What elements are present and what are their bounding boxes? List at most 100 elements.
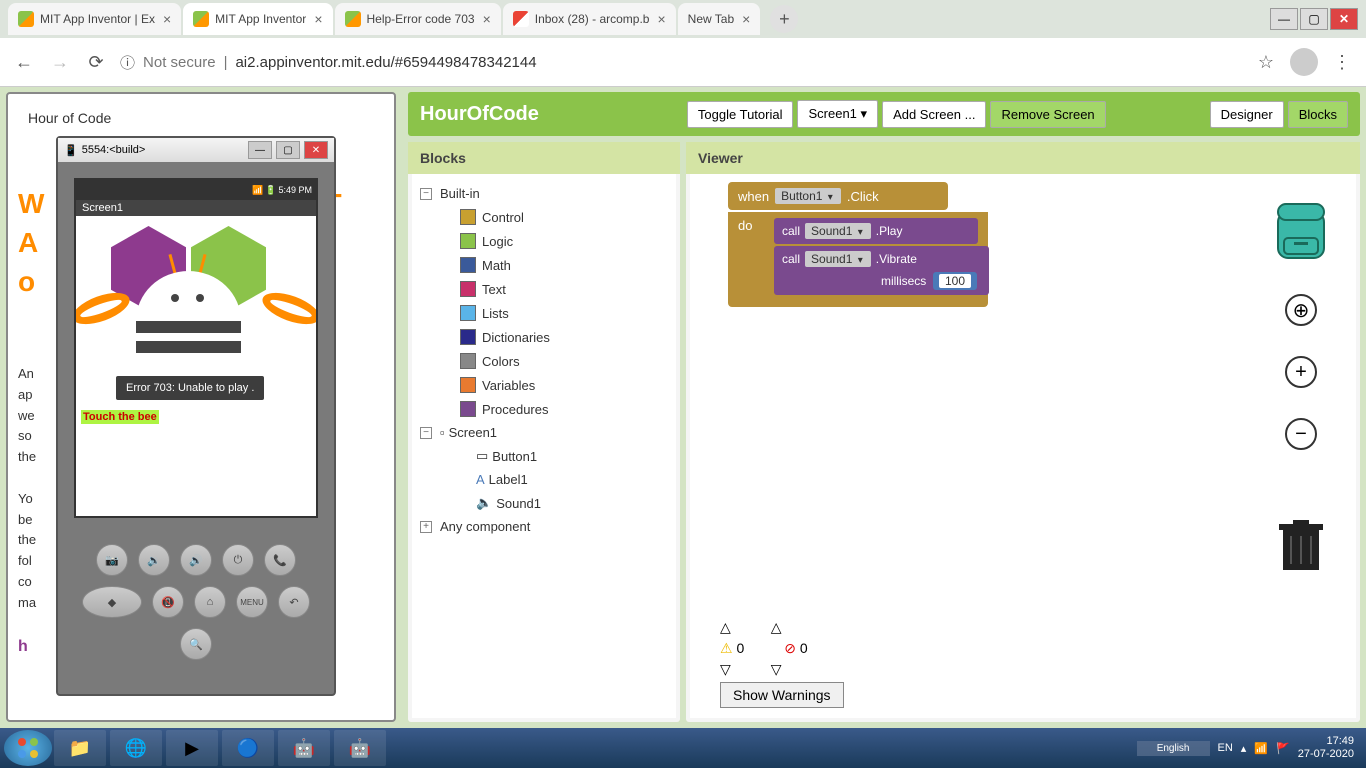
tree-control[interactable]: Control	[420, 205, 668, 229]
show-warnings-button[interactable]: Show Warnings	[720, 682, 844, 708]
tree-sound1[interactable]: 🔈Sound1	[420, 491, 668, 515]
close-button[interactable]: ✕	[304, 141, 328, 159]
tab-0[interactable]: MIT App Inventor | Ex×	[8, 3, 181, 35]
call-button[interactable]: 📞	[264, 544, 296, 576]
close-icon[interactable]: ×	[742, 11, 750, 27]
close-icon[interactable]: ×	[163, 11, 171, 27]
maximize-button[interactable]: ▢	[1300, 8, 1328, 30]
backpack-icon[interactable]	[1266, 194, 1336, 264]
tutorial-title: Hour of Code	[16, 102, 386, 134]
warning-down-icon[interactable]: ▽	[720, 661, 731, 678]
collapse-icon[interactable]: −	[420, 427, 432, 439]
tree-math[interactable]: Math	[420, 253, 668, 277]
end-call-button[interactable]: 📵	[152, 586, 184, 618]
tree-builtin[interactable]: −Built-in	[420, 182, 668, 205]
lang-indicator[interactable]: English	[1137, 741, 1210, 756]
taskbar-explorer[interactable]: 📁	[54, 730, 106, 766]
signal-icon: 📶	[252, 185, 263, 196]
designer-button[interactable]: Designer	[1210, 101, 1284, 128]
minimize-button[interactable]: —	[1270, 8, 1298, 30]
battery-icon: 🔋	[265, 185, 276, 196]
taskbar-android[interactable]: 🤖	[334, 730, 386, 766]
number-block[interactable]: 100	[933, 272, 977, 290]
component-dropdown[interactable]: Sound1 ▾	[805, 251, 871, 267]
add-screen-button[interactable]: Add Screen ...	[882, 101, 986, 128]
close-button[interactable]: ✕	[1330, 8, 1358, 30]
back-button[interactable]: ↶	[278, 586, 310, 618]
camera-button[interactable]: 📷	[96, 544, 128, 576]
close-icon[interactable]: ×	[483, 11, 491, 27]
taskbar-ie[interactable]: 🌐	[110, 730, 162, 766]
blocks-button[interactable]: Blocks	[1288, 101, 1348, 128]
tree-text[interactable]: Text	[420, 277, 668, 301]
app-icon	[18, 11, 34, 27]
minimize-button[interactable]: —	[248, 141, 272, 159]
panels: Blocks −Built-in Control Logic Math Text…	[408, 142, 1360, 722]
search-button[interactable]: 🔍	[180, 628, 212, 660]
tree-vars[interactable]: Variables	[420, 373, 668, 397]
clock[interactable]: 17:49 27-07-2020	[1298, 735, 1354, 761]
tree-anycomp[interactable]: +Any component	[420, 515, 668, 538]
screen-dropdown[interactable]: Screen1 ▾	[797, 100, 878, 128]
close-icon[interactable]: ×	[657, 11, 665, 27]
tree-label1[interactable]: ALabel1	[420, 468, 668, 491]
flag-icon[interactable]: 🚩	[1276, 742, 1290, 755]
security-label: Not secure	[143, 54, 216, 71]
tree-lists[interactable]: Lists	[420, 301, 668, 325]
call-play-block[interactable]: call Sound1 ▾ .Play	[774, 218, 978, 244]
collapse-icon[interactable]: −	[420, 188, 432, 200]
tab-3[interactable]: Inbox (28) - arcomp.b×	[503, 3, 676, 35]
error-icon: ⊘	[784, 640, 796, 656]
expand-icon[interactable]: +	[420, 521, 432, 533]
vol-down-button[interactable]: 🔉	[138, 544, 170, 576]
center-button[interactable]: ⊕	[1285, 294, 1317, 326]
tab-4[interactable]: New Tab×	[678, 3, 761, 35]
power-button[interactable]: ⏻	[222, 544, 254, 576]
error-up-icon[interactable]: △	[771, 619, 782, 636]
tab-2[interactable]: Help-Error code 703×	[335, 3, 501, 35]
remove-screen-button[interactable]: Remove Screen	[990, 101, 1105, 128]
trash-icon[interactable]	[1279, 520, 1323, 572]
home-button[interactable]: ⌂	[194, 586, 226, 618]
taskbar-media[interactable]: ▶	[166, 730, 218, 766]
app-icon	[193, 11, 209, 27]
warning-up-icon[interactable]: △	[720, 619, 731, 636]
menu-button[interactable]: MENU	[236, 586, 268, 618]
lang-short[interactable]: EN	[1218, 742, 1233, 754]
vol-up-button[interactable]: 🔊	[180, 544, 212, 576]
component-dropdown[interactable]: Sound1 ▾	[805, 223, 871, 239]
tree-logic[interactable]: Logic	[420, 229, 668, 253]
tree-colors[interactable]: Colors	[420, 349, 668, 373]
tray-up-icon[interactable]: ▴	[1241, 742, 1247, 755]
back-button[interactable]: ←	[12, 50, 36, 74]
avatar[interactable]	[1290, 48, 1318, 76]
tree-button1[interactable]: ▭Button1	[420, 444, 668, 468]
warning-icon: ⚠	[720, 640, 733, 656]
network-icon[interactable]: 📶	[1254, 742, 1268, 755]
maximize-button[interactable]: ▢	[276, 141, 300, 159]
taskbar-emulator[interactable]: 🤖	[278, 730, 330, 766]
close-icon[interactable]: ×	[314, 11, 322, 27]
new-tab-button[interactable]: +	[770, 5, 798, 33]
tree-procs[interactable]: Procedures	[420, 397, 668, 421]
tree-screen1[interactable]: −▫Screen1	[420, 421, 668, 444]
when-block[interactable]: when Button1 ▾ .Click	[728, 182, 948, 210]
forward-button[interactable]: →	[48, 50, 72, 74]
zoom-out-button[interactable]: −	[1285, 418, 1317, 450]
call-vibrate-block[interactable]: call Sound1 ▾ .Vibrate millisecs 100	[774, 246, 989, 295]
start-button[interactable]	[4, 730, 52, 766]
component-dropdown[interactable]: Button1 ▾	[775, 188, 841, 204]
address-bar[interactable]: ⓘ Not secure | ai2.appinventor.mit.edu/#…	[120, 52, 1242, 73]
reload-button[interactable]: ⟳	[84, 50, 108, 74]
menu-icon[interactable]: ⋮	[1330, 50, 1354, 74]
do-block[interactable]: do call Sound1 ▾ .Play call Sound1 ▾ .Vi…	[728, 212, 988, 307]
dpad-button[interactable]: ◆	[82, 586, 142, 618]
star-icon[interactable]: ☆	[1254, 50, 1278, 74]
tree-dict[interactable]: Dictionaries	[420, 325, 668, 349]
zoom-in-button[interactable]: +	[1285, 356, 1317, 388]
toggle-tutorial-button[interactable]: Toggle Tutorial	[687, 101, 794, 128]
viewer-canvas[interactable]: when Button1 ▾ .Click do call Sound1 ▾ .…	[690, 174, 1356, 718]
taskbar-chrome[interactable]: 🔵	[222, 730, 274, 766]
tab-1[interactable]: MIT App Inventor×	[183, 3, 332, 35]
error-down-icon[interactable]: ▽	[771, 661, 782, 678]
